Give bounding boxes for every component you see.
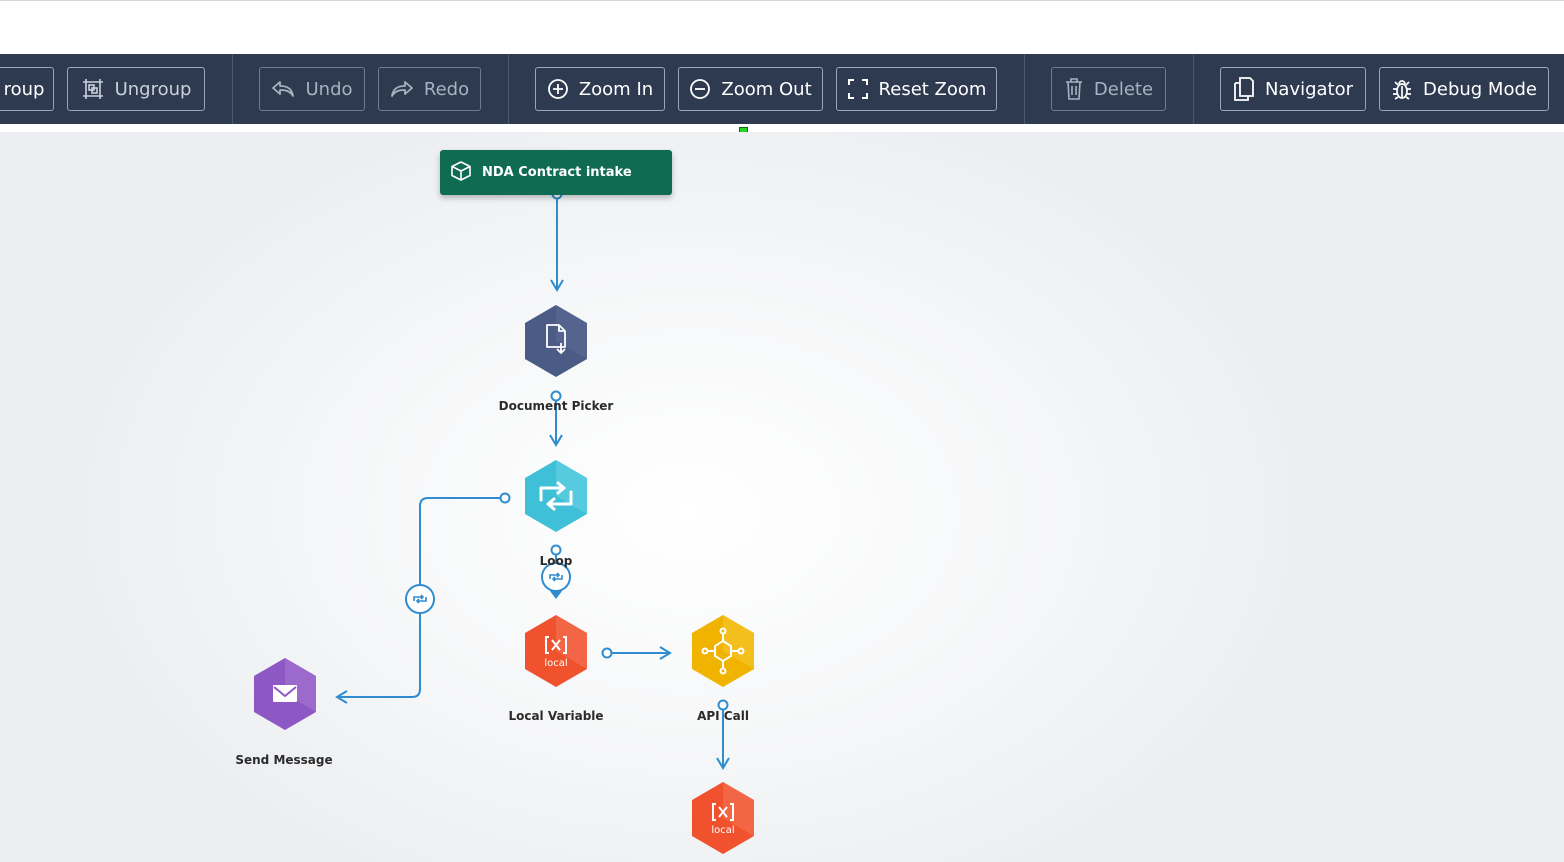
navigator-icon [1233,76,1255,102]
toolbar: roup Ungroup Undo Redo Zoom In Zoom Out … [0,54,1564,124]
cube-icon [450,160,472,186]
document-picker-node[interactable] [523,303,589,379]
local-variable-node-2[interactable]: local [690,780,756,856]
toolbar-divider [0,124,1564,132]
group-button[interactable]: roup [0,67,54,111]
local-badge-text: local [544,658,567,669]
api-call-node[interactable] [690,613,756,689]
navigator-label: Navigator [1264,78,1354,100]
zoom-in-button[interactable]: Zoom In [535,67,665,111]
zoom-out-button[interactable]: Zoom Out [678,67,823,111]
zoom-out-icon [689,78,711,100]
local-variable-node[interactable]: local [523,613,589,689]
delete-label: Delete [1093,78,1154,100]
document-picker-label: Document Picker [498,399,614,413]
reset-zoom-label: Reset Zoom [878,78,987,100]
zoom-out-label: Zoom Out [721,78,812,100]
ungroup-button[interactable]: Ungroup [67,67,205,111]
toolbar-separator [1024,54,1025,124]
send-message-label: Send Message [235,753,333,767]
reset-zoom-button[interactable]: Reset Zoom [836,67,997,111]
debug-mode-button[interactable]: Debug Mode [1379,67,1549,111]
group-label: roup [3,78,45,100]
navigator-button[interactable]: Navigator [1220,67,1366,111]
api-call-label: API Call [697,709,749,723]
ungroup-label: Ungroup [114,78,192,100]
local-badge-text: local [711,825,734,836]
loop-badge[interactable] [541,562,571,599]
redo-icon [390,79,414,99]
zoom-in-icon [547,78,569,100]
loop-label: Loop [539,554,573,568]
local-variable-label: Local Variable [508,709,604,723]
undo-button[interactable]: Undo [259,67,365,111]
trash-icon [1064,77,1084,101]
loop-badge[interactable] [405,584,435,614]
redo-label: Redo [423,78,470,100]
reset-zoom-icon [847,78,869,100]
ungroup-icon [81,77,105,101]
top-strip [0,0,1564,54]
start-node-label: NDA Contract intake [482,165,632,180]
toolbar-separator [232,54,233,124]
flow-canvas[interactable]: NDA Contract intake Document Picker Loop [0,132,1564,862]
envelope-icon [273,685,297,702]
toolbar-separator [1193,54,1194,124]
port [499,492,511,504]
bug-icon [1391,77,1413,101]
toolbar-separator [508,54,509,124]
port [601,647,613,659]
delete-button[interactable]: Delete [1051,67,1166,111]
start-node[interactable]: NDA Contract intake [440,150,672,195]
undo-label: Undo [305,78,353,100]
debug-mode-label: Debug Mode [1423,78,1537,100]
undo-icon [271,79,295,99]
send-message-node[interactable] [252,656,318,732]
loop-node[interactable] [523,458,589,534]
redo-button[interactable]: Redo [378,67,481,111]
zoom-in-label: Zoom In [578,78,654,100]
